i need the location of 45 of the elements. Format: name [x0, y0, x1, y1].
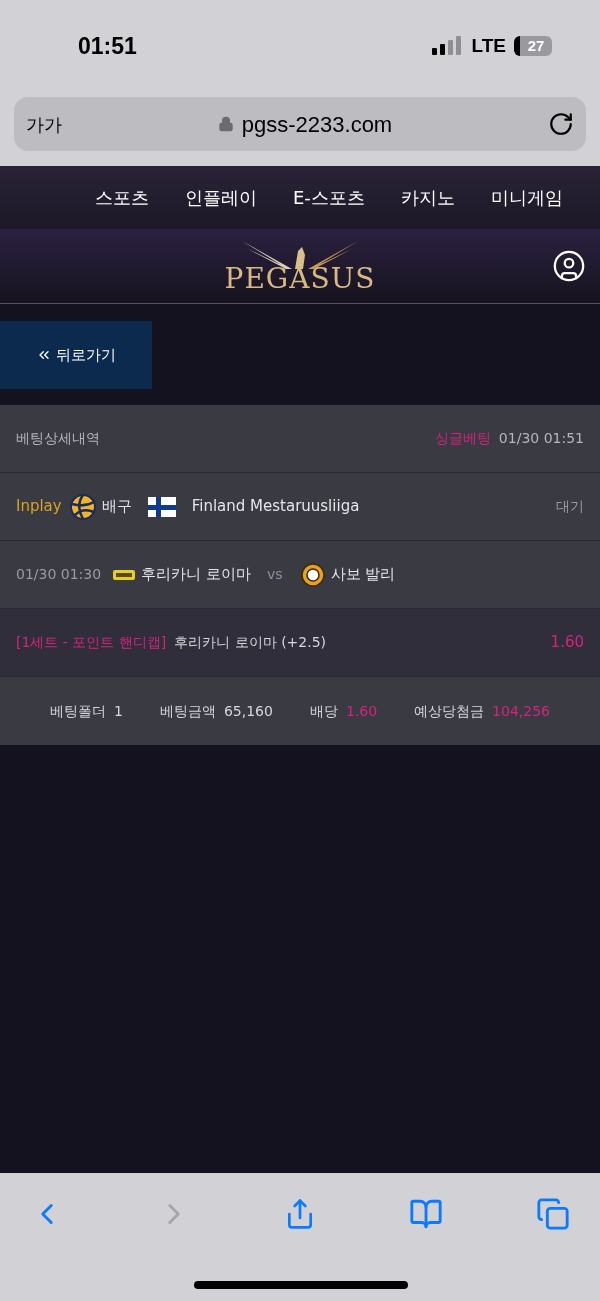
- clock: 01:51: [78, 31, 137, 61]
- reload-icon[interactable]: [548, 111, 574, 137]
- summary-value: 65,160: [223, 701, 273, 721]
- summary-value: 1.60: [345, 701, 378, 721]
- flag-icon: [147, 496, 176, 517]
- match-time: 01/30 01:30: [16, 565, 102, 584]
- user-icon[interactable]: [552, 249, 586, 283]
- tabs-icon[interactable]: [536, 1197, 570, 1231]
- vs-label: vs: [266, 565, 283, 584]
- nav-link[interactable]: 인플레이: [185, 184, 257, 211]
- bookmarks-icon[interactable]: [409, 1197, 443, 1231]
- summary-value: 1: [114, 701, 123, 721]
- summary-label: 베팅폴더: [50, 701, 106, 721]
- bet-status: 대기: [556, 497, 584, 516]
- battery-indicator: 27: [514, 36, 552, 56]
- nav-link[interactable]: 스포츠: [95, 184, 149, 211]
- bet-time: 01/30 01:51: [498, 429, 584, 448]
- home-team: 후리카니 로이마: [141, 564, 251, 586]
- pick-odds: 1.60: [550, 632, 584, 654]
- league-name: Finland Mestaruusliiga: [191, 496, 360, 518]
- game-type: Inplay: [16, 496, 62, 518]
- volleyball-icon: [69, 493, 96, 520]
- summary-label: 예상당첨금: [414, 701, 485, 721]
- signal-icon: [431, 36, 462, 56]
- nav-link[interactable]: 카지노: [400, 184, 455, 211]
- text-size-button[interactable]: 가가: [26, 110, 62, 138]
- market-name: [1세트 - 포인트 핸디캡]: [16, 633, 167, 652]
- logo-text: PEGASUS: [224, 265, 376, 293]
- url-text: pgss-2233.com: [241, 110, 393, 139]
- team-logo-icon: [113, 568, 136, 581]
- nav-link[interactable]: E-스포츠: [293, 184, 365, 211]
- summary-value: 104,256: [492, 701, 550, 721]
- panel-title: 베팅상세내역: [16, 429, 100, 448]
- network-label: LTE: [471, 33, 506, 58]
- nav-link[interactable]: 미니게임: [490, 184, 563, 211]
- team-badge-icon: [300, 562, 325, 587]
- lock-icon: [217, 116, 234, 132]
- address-bar[interactable]: 가가 pgss-2233.com: [14, 97, 586, 151]
- bet-type: 싱글베팅: [434, 429, 491, 448]
- sport-name: 배구: [101, 496, 132, 518]
- summary-label: 베팅금액: [159, 701, 216, 721]
- away-team: 사보 발리: [330, 564, 396, 586]
- summary-label: 배당: [309, 701, 338, 721]
- pick-name: 후리카니 로이마 (+2.5): [174, 633, 327, 652]
- back-button[interactable]: 뒤로가기: [0, 321, 152, 389]
